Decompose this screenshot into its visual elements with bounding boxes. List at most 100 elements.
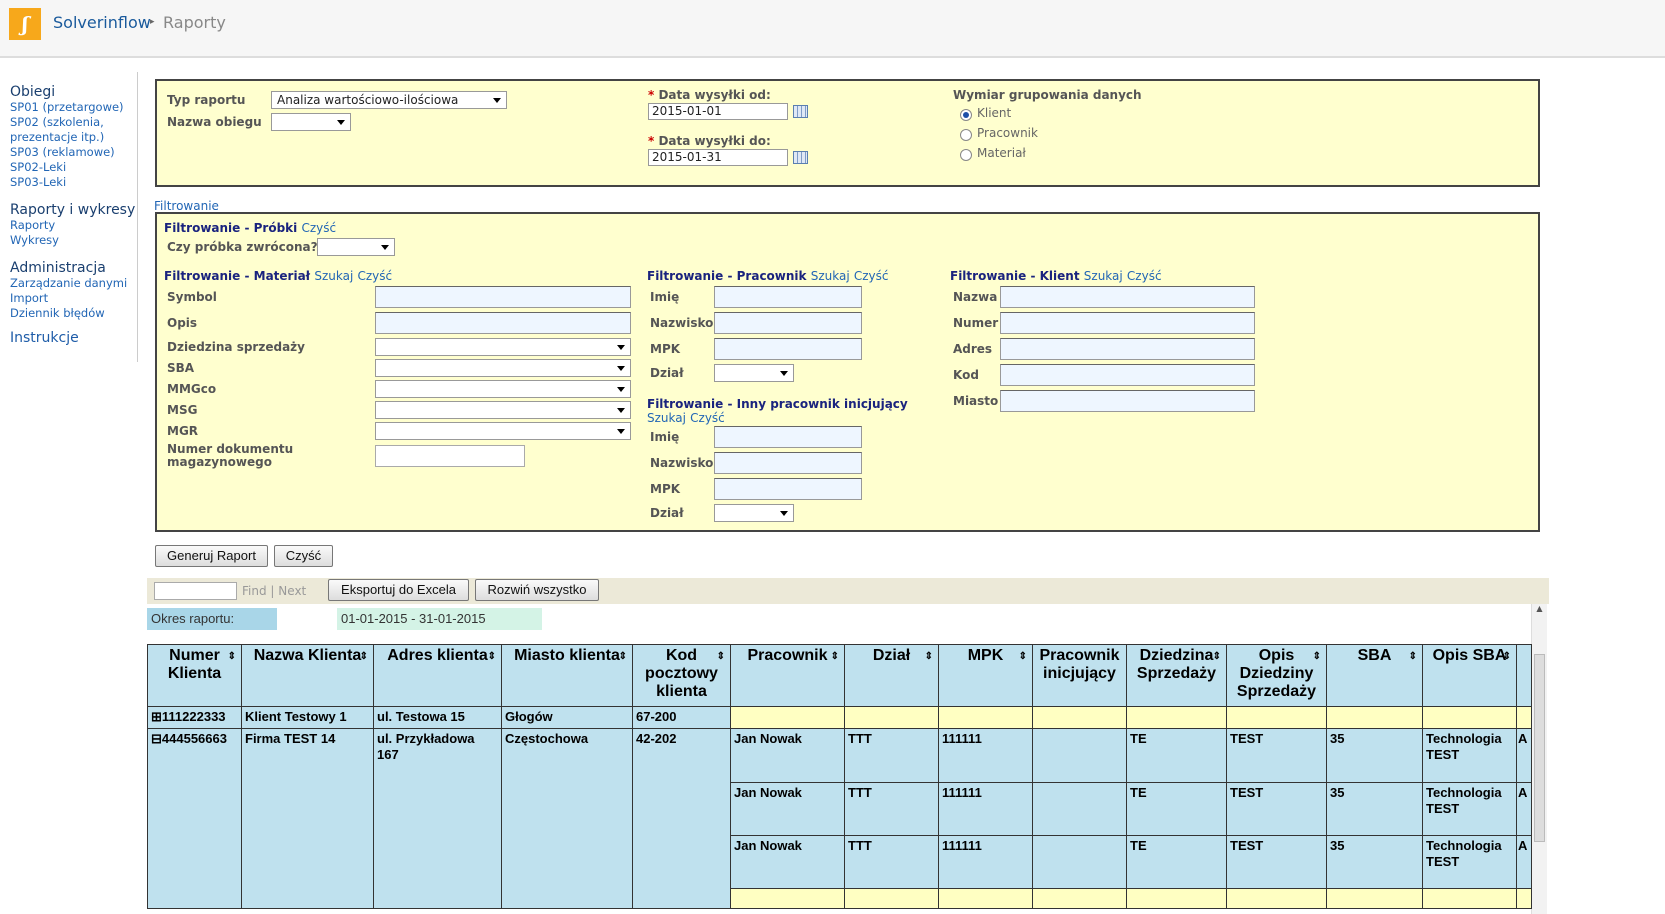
kli-nazwa-input[interactable] [1000, 286, 1255, 308]
data-od-label: Data wysyłki od: [658, 88, 771, 102]
mgr-select[interactable] [375, 422, 631, 440]
nav-link-wykresy[interactable]: Wykresy [10, 233, 138, 248]
prac-mpk-input[interactable] [714, 338, 862, 360]
col-opis-sba[interactable]: Opis SBA ⇕ [1422, 644, 1517, 707]
filtrowanie-toggle-link[interactable]: Filtrowanie [154, 199, 219, 213]
scroll-thumb[interactable] [1534, 654, 1545, 842]
col-kod-pocztowy[interactable]: Kod pocztowy klienta ⇕ [632, 644, 731, 707]
klient-search-link[interactable]: Szukaj [1084, 269, 1123, 283]
cell-dziedzina: TE [1126, 728, 1227, 783]
col-miasto-klienta[interactable]: Miasto klienta ⇕ [501, 644, 633, 707]
probki-clear-link[interactable]: Czyść [301, 221, 336, 235]
nazwa-obiegu-select[interactable] [271, 113, 351, 131]
radio-material[interactable] [960, 149, 972, 161]
radio-klient-label: Klient [977, 106, 1012, 120]
empty-cell [1516, 706, 1532, 729]
radio-pracownik[interactable] [960, 129, 972, 141]
typ-raportu-select[interactable]: Analiza wartościowo-ilościowa [271, 91, 507, 109]
nav-link-raporty[interactable]: Raporty [10, 218, 138, 233]
msg-select[interactable] [375, 401, 631, 419]
kli-numer-label: Numer [953, 316, 999, 330]
material-search-link[interactable]: Szukaj [314, 269, 353, 283]
breadcrumb-app[interactable]: Solverinflow [53, 13, 151, 32]
eksportuj-excel-button[interactable]: Eksportuj do Excela [328, 579, 469, 601]
col-numer-klienta[interactable]: Numer Klienta ⇕ [147, 644, 242, 707]
sort-icon[interactable]: ⇕ [1019, 648, 1027, 666]
sort-icon[interactable]: ⇕ [717, 648, 725, 666]
collapse-icon[interactable]: ⊟ [151, 731, 162, 746]
data-od-input[interactable]: 2015-01-01 [648, 103, 788, 120]
col-pracownik-inicjujacy[interactable]: Pracownik inicjujący [1032, 644, 1127, 707]
sort-icon[interactable]: ⇕ [1213, 648, 1221, 666]
col-adres-klienta[interactable]: Adres klienta ⇕ [373, 644, 502, 707]
calendar-icon[interactable] [793, 151, 808, 164]
dziedzina-select[interactable] [375, 338, 631, 356]
pracownik-clear-link[interactable]: Czyść [854, 269, 889, 283]
nav-link-instrukcje[interactable]: Instrukcje [10, 331, 138, 346]
nav-link-zarzadzanie[interactable]: Zarządzanie danymi [10, 276, 138, 291]
col-pracownik[interactable]: Pracownik ⇕ [730, 644, 845, 707]
inny-search-link[interactable]: Szukaj [647, 411, 686, 425]
col-dziedzina-sprzedazy[interactable]: Dziedzina Sprzedaży ⇕ [1126, 644, 1227, 707]
nav-link-sp03-leki[interactable]: SP03-Leki [10, 175, 138, 190]
find-link[interactable]: Find [242, 584, 267, 598]
nav-link-sp02-leki[interactable]: SP02-Leki [10, 160, 138, 175]
sort-icon[interactable]: ⇕ [488, 648, 496, 666]
report-scrollbar[interactable]: ▲ [1531, 604, 1547, 914]
numer-dokumentu-input[interactable] [375, 445, 525, 467]
material-clear-link[interactable]: Czyść [357, 269, 392, 283]
sort-icon[interactable]: ⇕ [925, 648, 933, 666]
next-link[interactable]: Next [278, 584, 306, 598]
nav-link-sp03[interactable]: SP03 (reklamowe) [10, 145, 138, 160]
radio-klient[interactable] [960, 109, 972, 121]
scroll-up-icon[interactable]: ▲ [1532, 604, 1547, 613]
rozwin-wszystko-button[interactable]: Rozwiń wszystko [475, 579, 599, 601]
inny-dzial-select[interactable] [714, 504, 794, 522]
kli-nazwa-label: Nazwa [953, 290, 998, 304]
kli-kod-input[interactable] [1000, 364, 1255, 386]
col-sba[interactable]: SBA ⇕ [1326, 644, 1423, 707]
solverinflow-logo[interactable]: ʃ [9, 8, 41, 40]
nav-link-import[interactable]: Import [10, 291, 138, 306]
opis-input[interactable] [375, 312, 631, 334]
klient-clear-link[interactable]: Czyść [1127, 269, 1162, 283]
data-do-input[interactable]: 2015-01-31 [648, 149, 788, 166]
expand-icon[interactable]: ⊞ [151, 709, 162, 724]
nav-link-dziennik[interactable]: Dziennik błędów [10, 306, 138, 321]
required-mark: * [648, 134, 655, 148]
sba-select[interactable] [375, 359, 631, 377]
sort-icon[interactable]: ⇕ [228, 648, 236, 666]
czysc-button[interactable]: Czyść [274, 545, 333, 567]
kli-adres-input[interactable] [1000, 338, 1255, 360]
inny-clear-link[interactable]: Czyść [690, 411, 725, 425]
prac-imie-input[interactable] [714, 286, 862, 308]
kli-miasto-input[interactable] [1000, 390, 1255, 412]
inny-nazwisko-input[interactable] [714, 452, 862, 474]
inny-mpk-input[interactable] [714, 478, 862, 500]
kli-numer-input[interactable] [1000, 312, 1255, 334]
col-mpk[interactable]: MPK ⇕ [938, 644, 1033, 707]
zwrocona-select[interactable] [317, 238, 395, 256]
sort-icon[interactable]: ⇕ [1409, 648, 1417, 666]
calendar-icon[interactable] [793, 105, 808, 118]
generuj-raport-button[interactable]: Generuj Raport [155, 545, 268, 567]
nav-link-sp02[interactable]: SP02 (szkolenia, prezentacje itp.) [10, 115, 110, 145]
prac-nazwisko-input[interactable] [714, 312, 862, 334]
inny-imie-input[interactable] [714, 426, 862, 448]
sort-icon[interactable]: ⇕ [1313, 648, 1321, 666]
symbol-input[interactable] [375, 286, 631, 308]
mmgco-select[interactable] [375, 380, 631, 398]
sort-icon[interactable]: ⇕ [619, 648, 627, 666]
col-dzial[interactable]: Dział ⇕ [844, 644, 939, 707]
sort-icon[interactable]: ⇕ [1503, 648, 1511, 666]
col-opis-dziedziny[interactable]: Opis Dziedziny Sprzedaży ⇕ [1226, 644, 1327, 707]
nav-link-sp01[interactable]: SP01 (przetargowe) [10, 100, 138, 115]
find-input[interactable] [154, 582, 237, 600]
sort-icon[interactable]: ⇕ [360, 648, 368, 666]
prac-dzial-select[interactable] [714, 364, 794, 382]
pracownik-search-link[interactable]: Szukaj [811, 269, 850, 283]
sort-icon[interactable]: ⇕ [831, 648, 839, 666]
report-parameters-panel: Typ raportu Analiza wartościowo-ilościow… [155, 79, 1540, 187]
cell-sba: 35 [1326, 728, 1423, 783]
col-nazwa-klienta[interactable]: Nazwa Klienta ⇕ [241, 644, 374, 707]
